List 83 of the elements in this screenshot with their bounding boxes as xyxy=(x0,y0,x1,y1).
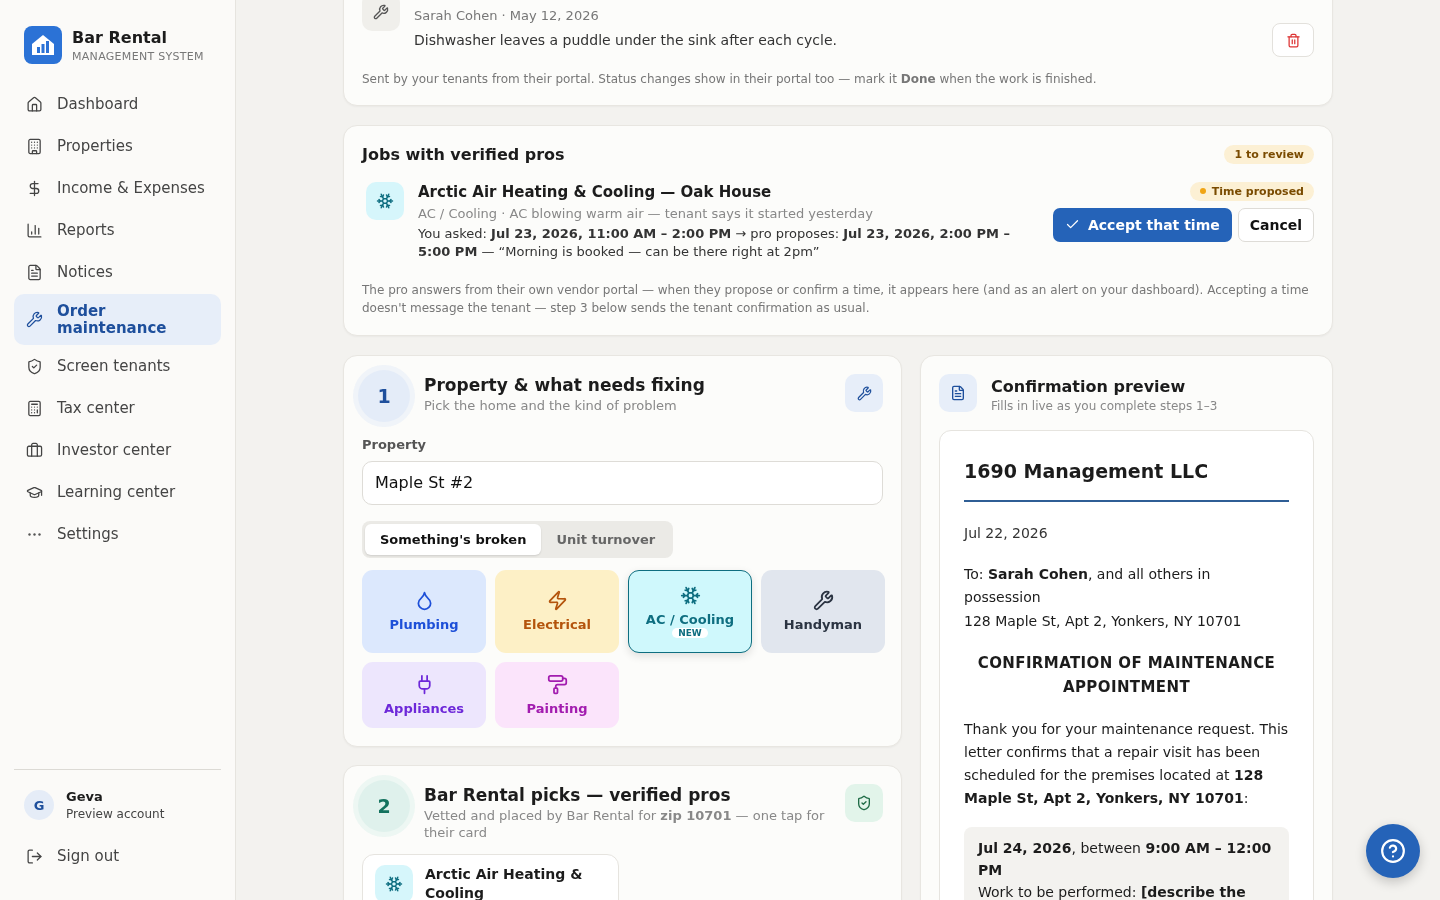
pro-name: Arctic Air Heating & Cooling xyxy=(425,864,584,900)
brand-tagline: MANAGEMENT SYSTEM xyxy=(72,49,204,63)
delete-button[interactable] xyxy=(1272,23,1314,57)
nav-item[interactable]: Properties xyxy=(14,126,221,167)
logo-icon xyxy=(24,26,62,64)
nav-item[interactable]: Tax center xyxy=(14,388,221,429)
job-schedule: You asked: Jul 23, 2026, 11:00 AM – 2:00 PM → pro proposes: Jul 23, 2026, 2:00 PM – 5:00 PM — “Morning is booked — can be there right at 2pm” xyxy=(418,224,1011,262)
cancel-button[interactable]: Cancel xyxy=(1237,207,1314,242)
lightning-icon xyxy=(546,590,568,612)
category-tile[interactable]: Appliances xyxy=(362,661,486,728)
document-icon xyxy=(26,264,43,281)
nav-item[interactable]: Notices xyxy=(14,252,221,293)
calculator-icon xyxy=(26,400,43,417)
preview-subtitle: Fills in live as you complete steps 1–3 xyxy=(991,397,1218,414)
graduation-cap-icon xyxy=(26,484,43,501)
document-icon xyxy=(939,374,977,413)
home-icon xyxy=(26,96,43,113)
step-subtitle: Pick the home and the kind of problem xyxy=(424,397,678,415)
user-name: Geva xyxy=(66,788,104,806)
request-note: Sent by your tenants from their portal. Status changes show in their portal too — mark it Done when the work is finished. xyxy=(362,71,1098,88)
sign-out-icon xyxy=(26,848,43,865)
category-tile[interactable]: Electrical xyxy=(495,569,619,653)
step-title: Property & what needs fixing xyxy=(424,374,706,397)
section-title: Jobs with verified pros xyxy=(362,144,565,166)
letter-address: 128 Maple St, Apt 2, Yonkers, NY 10701 xyxy=(964,611,1243,631)
work-description: Work to be performed: [describe the xyxy=(978,883,1247,900)
company-name: 1690 Management LLC xyxy=(964,458,1210,484)
letter-recipient: To: Sarah Cohen, and all others in possession xyxy=(964,565,1212,608)
wrench-icon xyxy=(26,311,43,328)
nav-item[interactable]: Income & Expenses xyxy=(14,168,221,209)
mode-tab[interactable]: Something's broken xyxy=(365,523,542,555)
preview-title: Confirmation preview xyxy=(991,376,1187,398)
nav-item[interactable]: Learning center xyxy=(14,472,221,513)
accept-button[interactable]: Accept that time xyxy=(1052,207,1232,242)
building-icon xyxy=(26,138,43,155)
pro-card[interactable]: Arctic Air Heating & Cooling xyxy=(362,853,619,900)
property-field[interactable]: Maple St #2 xyxy=(362,460,883,505)
field-label: Property xyxy=(362,436,428,454)
step-subtitle: Vetted and placed by Bar Rental for zip 10701 — one tap for their card xyxy=(424,806,826,842)
more-icon xyxy=(28,532,41,536)
nav-item[interactable]: Settings xyxy=(14,514,221,555)
status-badge: Time proposed xyxy=(1189,181,1314,201)
help-button[interactable] xyxy=(1366,824,1420,878)
category-tile[interactable]: Painting xyxy=(495,661,619,728)
nav-item[interactable]: Investor center xyxy=(14,430,221,471)
nav-item[interactable]: Reports xyxy=(14,210,221,251)
letter-heading: CONFIRMATION OF MAINTENANCE APPOINTMENT xyxy=(976,652,1277,699)
jobs-note: The pro answers from their own vendor portal — when they propose or confirm a time, it appears here (and as an alert on your dashboard). Accepting a time doesn't message the tenant — step 3 below sends the tenant confirmation as usual. xyxy=(362,282,1310,317)
snowflake-icon xyxy=(679,584,701,606)
new-badge: NEW xyxy=(672,627,708,638)
review-badge: 1 to review xyxy=(1224,145,1314,165)
category-tile[interactable]: AC / Cooling NEW xyxy=(628,569,752,653)
brand-name: Bar Rental xyxy=(72,27,168,47)
shield-check-icon xyxy=(845,783,883,822)
snowflake-icon xyxy=(375,864,413,900)
job-title: Arctic Air Heating & Cooling — Oak House xyxy=(418,181,773,203)
nav-item[interactable]: Dashboard xyxy=(14,84,221,125)
request-meta: Sarah Cohen · May 12, 2026 xyxy=(414,7,600,25)
wrench-icon xyxy=(845,374,883,413)
job-details: AC / Cooling · AC blowing warm air — tenant says it started yesterday xyxy=(418,205,874,223)
appointment-time: Jul 24, 2026, between 9:00 AM – 12:00 PM xyxy=(978,838,1273,880)
user-avatar: G xyxy=(24,790,54,821)
trash-icon xyxy=(1285,32,1301,48)
letter-date: Jul 22, 2026 xyxy=(964,524,1049,544)
briefcase-icon xyxy=(26,442,43,459)
category-tile[interactable]: Plumbing xyxy=(362,569,486,653)
account-type: Preview account xyxy=(66,805,165,822)
request-description: Dishwasher leaves a puddle under the sink after each cycle. xyxy=(414,30,838,50)
wrench-icon xyxy=(812,590,834,612)
bar-chart-icon xyxy=(26,222,43,239)
snowflake-icon xyxy=(366,181,404,220)
shield-check-icon xyxy=(26,358,43,375)
step-number: 1 xyxy=(358,370,410,423)
mode-tab[interactable]: Unit turnover xyxy=(541,523,671,555)
category-tile[interactable]: Handyman xyxy=(761,569,885,653)
sign-out-button[interactable]: Sign out xyxy=(14,836,132,877)
step-title: Bar Rental picks — verified pros xyxy=(424,783,732,807)
nav-item[interactable]: Order maintenance xyxy=(14,294,221,345)
step-number: 2 xyxy=(358,779,410,832)
nav-item[interactable]: Screen tenants xyxy=(14,346,221,387)
help-icon xyxy=(1380,838,1406,864)
letter-body: Thank you for your maintenance request. This letter confirms that a repair visit has been scheduled for the premises located at 128 Maple St, Apt 2, Yonkers, NY 10701: xyxy=(964,720,1289,809)
paint-roller-icon xyxy=(546,673,568,695)
